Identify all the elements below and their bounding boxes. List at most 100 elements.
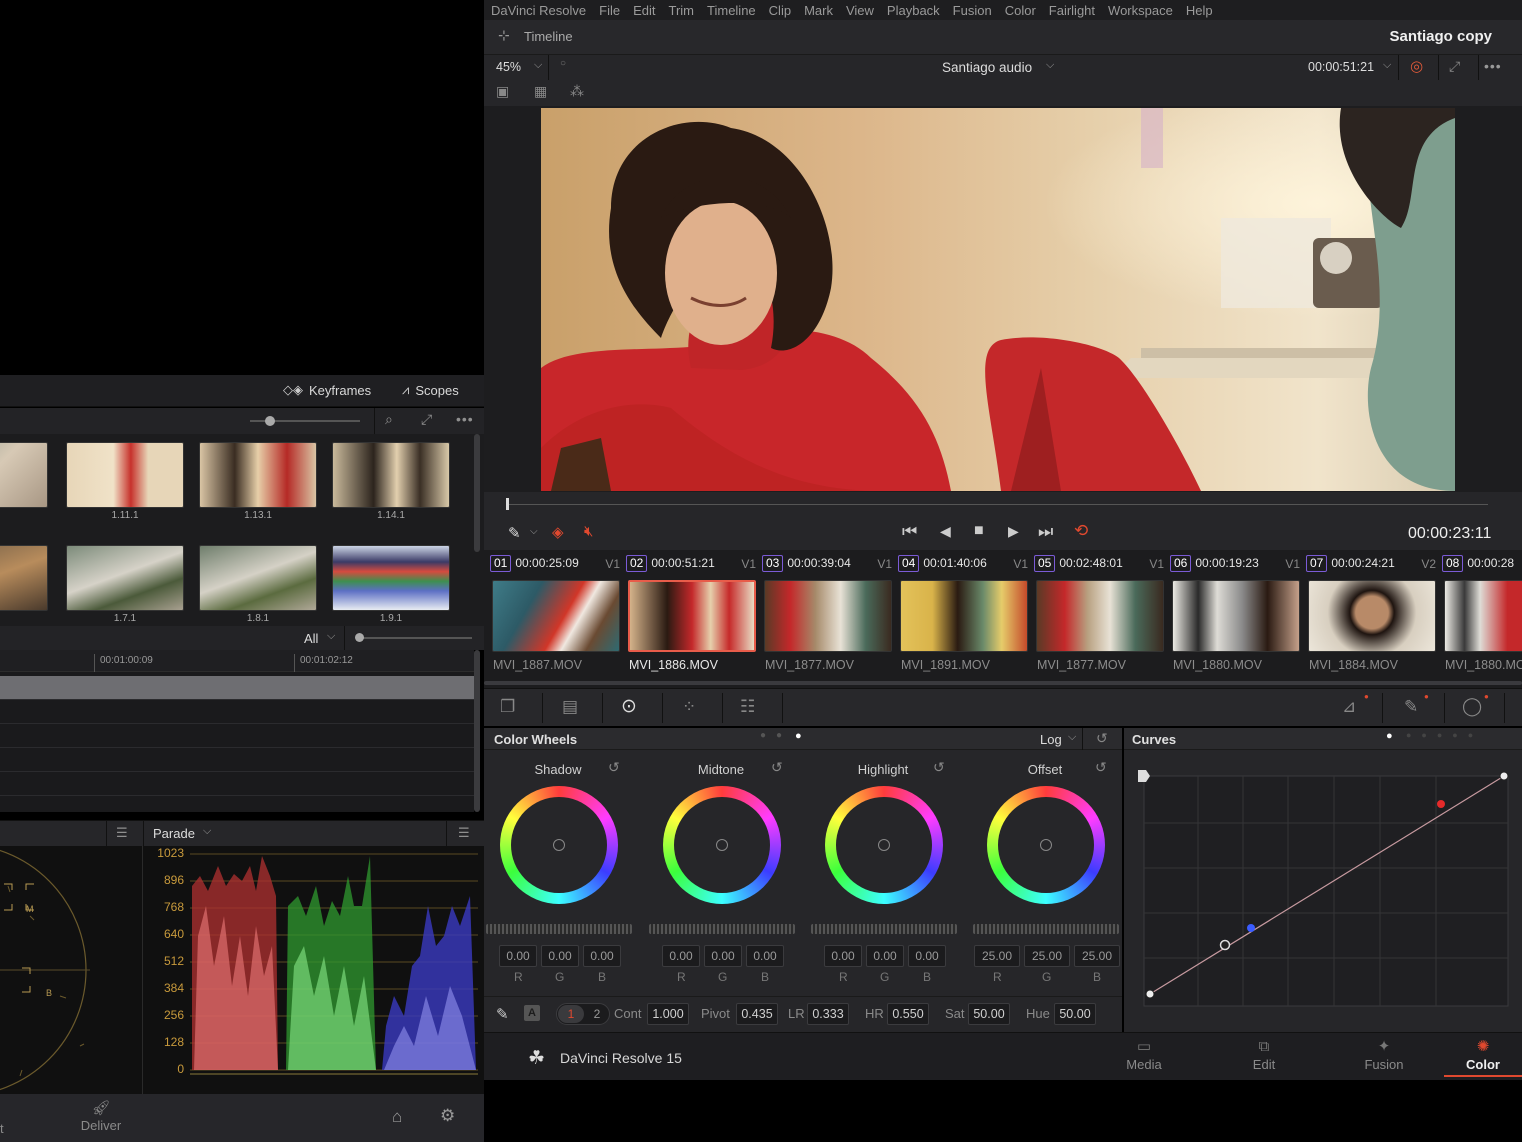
keyframe-ruler[interactable]: 00:01:00:09 00:01:02:12: [0, 650, 474, 672]
deliver-page-button[interactable]: 🚀︎ Deliver: [70, 1100, 132, 1133]
menu-edit[interactable]: Edit: [633, 3, 655, 18]
page-dots[interactable]: ●●: [760, 730, 792, 741]
chevron-down-icon[interactable]: ⌵: [1046, 59, 1054, 72]
still-thumb[interactable]: [66, 545, 184, 611]
playhead[interactable]: [506, 498, 509, 510]
highlight-g-field[interactable]: 0.00: [866, 945, 904, 967]
pivot-field[interactable]: 0.435: [736, 1003, 778, 1025]
reset-icon[interactable]: ↺: [771, 759, 783, 776]
menu-file[interactable]: File: [599, 3, 620, 18]
menu-color[interactable]: Color: [1005, 3, 1036, 18]
curves-graph[interactable]: [1138, 768, 1512, 1018]
fusion-page-button[interactable]: ✦ Fusion: [1324, 1037, 1444, 1077]
offset-master-jog[interactable]: [973, 924, 1119, 934]
layers-icon[interactable]: ◈: [552, 523, 564, 541]
parade-settings-icon[interactable]: ☰: [458, 825, 470, 841]
viewer-frame-image[interactable]: [541, 108, 1455, 491]
curves-icon[interactable]: ⊿: [1342, 697, 1356, 717]
clip-item[interactable]: 04 00:01:40:06 V1 MVI_1891.MOV: [898, 555, 1030, 672]
page-dots[interactable]: ●●●●●: [1406, 730, 1483, 740]
color-match-icon[interactable]: ▤: [562, 697, 578, 717]
keyframe-track[interactable]: [0, 772, 474, 796]
media-page-button[interactable]: ▭ Media: [1084, 1037, 1204, 1077]
clip-item[interactable]: 01 00:00:25:09 V1 MVI_1887.MOV: [490, 555, 622, 672]
still-thumb[interactable]: [199, 545, 317, 611]
menu-app[interactable]: DaVinci Resolve: [491, 3, 586, 18]
menu-trim[interactable]: Trim: [669, 3, 695, 18]
camera-raw-icon[interactable]: ❐: [500, 697, 515, 717]
clip-item[interactable]: 07 00:00:24:21 V2 MVI_1884.MOV: [1306, 555, 1438, 672]
auto-balance-icon[interactable]: ✎: [496, 1005, 509, 1023]
still-thumb[interactable]: [332, 442, 450, 508]
chevron-down-icon[interactable]: ⌵: [203, 825, 211, 838]
keyframe-track[interactable]: [0, 700, 474, 724]
grid-icon[interactable]: ▦: [534, 83, 547, 100]
highlight-r-field[interactable]: 0.00: [824, 945, 862, 967]
contrast-field[interactable]: 1.000: [647, 1003, 689, 1025]
reset-icon[interactable]: ↺: [933, 759, 945, 776]
more-options-icon[interactable]: •••: [456, 411, 474, 427]
more-options-icon[interactable]: •••: [1484, 58, 1502, 74]
color-wheels-icon[interactable]: ⊙: [621, 695, 637, 718]
lr-field[interactable]: 0.333: [807, 1003, 849, 1025]
shadow-b-field[interactable]: 0.00: [583, 945, 621, 967]
keyframe-zoom-handle[interactable]: [355, 633, 364, 642]
zoom-select[interactable]: 45%: [496, 60, 521, 74]
scopes-tab[interactable]: ⩘ Scopes: [402, 382, 459, 398]
expand-icon[interactable]: ⤢: [421, 411, 432, 428]
color-bypass-icon[interactable]: ◎: [1410, 57, 1423, 75]
power-window-icon[interactable]: ◯: [1462, 696, 1482, 717]
clip-item[interactable]: 05 00:02:48:01 V1 MVI_1877.MOV: [1034, 555, 1166, 672]
auto-color-button[interactable]: A: [524, 1005, 540, 1021]
shadow-color-wheel[interactable]: [500, 786, 618, 904]
keyframe-track[interactable]: [0, 748, 474, 772]
still-thumb[interactable]: [0, 442, 48, 508]
keyframe-scrollbar[interactable]: [474, 650, 480, 812]
source-timecode[interactable]: 00:00:51:21: [1308, 60, 1374, 74]
edit-page-button[interactable]: ⧉ Edit: [1204, 1037, 1324, 1077]
highlight-master-jog[interactable]: [811, 924, 957, 934]
mute-icon[interactable]: 🔇︎: [584, 523, 593, 540]
still-thumb[interactable]: [332, 545, 450, 611]
clip-item-selected[interactable]: 02 00:00:51:21 V1 MVI_1886.MOV: [626, 555, 758, 672]
menu-help[interactable]: Help: [1186, 3, 1213, 18]
midtone-b-field[interactable]: 0.00: [746, 945, 784, 967]
timeline-select[interactable]: Santiago audio: [942, 60, 1032, 75]
midtone-r-field[interactable]: 0.00: [662, 945, 700, 967]
keyframe-zoom-slider[interactable]: [360, 637, 472, 639]
chevron-down-icon[interactable]: ⌵: [1068, 731, 1076, 744]
wheel-page-1[interactable]: 1: [558, 1005, 584, 1023]
menu-fusion[interactable]: Fusion: [953, 3, 992, 18]
stop-icon[interactable]: ■: [974, 522, 984, 540]
play-reverse-icon[interactable]: ◀: [940, 523, 951, 540]
chevron-down-icon[interactable]: ⌵: [534, 59, 542, 72]
clip-strip-scrollbar[interactable]: [484, 678, 1522, 688]
menu-playback[interactable]: Playback: [887, 3, 940, 18]
reset-icon[interactable]: ↺: [608, 759, 620, 776]
keyframe-track[interactable]: [0, 724, 474, 748]
still-thumb[interactable]: [0, 545, 48, 611]
gallery-scrollbar[interactable]: [474, 434, 480, 552]
offset-b-field[interactable]: 25.00: [1074, 945, 1120, 967]
scope-mode-select[interactable]: Parade: [153, 826, 195, 841]
menu-timeline[interactable]: Timeline: [707, 3, 756, 18]
timeline-icon[interactable]: ⊹: [498, 27, 510, 44]
color-page-button[interactable]: ✺ Color: [1444, 1037, 1522, 1077]
still-thumb[interactable]: [66, 442, 184, 508]
shadow-r-field[interactable]: 0.00: [499, 945, 537, 967]
shadow-master-jog[interactable]: [486, 924, 632, 934]
viewer-scrubber[interactable]: [484, 492, 1522, 518]
hr-field[interactable]: 0.550: [887, 1003, 929, 1025]
highlight-b-field[interactable]: 0.00: [908, 945, 946, 967]
wheel-mode-select[interactable]: Log: [1040, 732, 1062, 747]
page-dot-active[interactable]: ●: [795, 730, 802, 742]
split-screen-icon[interactable]: ▣: [496, 83, 509, 100]
saturation-field[interactable]: 50.00: [968, 1003, 1010, 1025]
offset-color-wheel[interactable]: [987, 786, 1105, 904]
wheel-page-2[interactable]: 2: [585, 1005, 609, 1023]
go-to-end-icon[interactable]: ⏭: [1038, 522, 1053, 542]
reset-icon[interactable]: ↺: [1096, 730, 1108, 747]
page-dot-active[interactable]: ●: [1386, 730, 1393, 742]
fullscreen-icon[interactable]: ⤢: [1449, 58, 1460, 75]
clip-item[interactable]: 08 00:00:28 MVI_1880.MO: [1442, 555, 1522, 672]
